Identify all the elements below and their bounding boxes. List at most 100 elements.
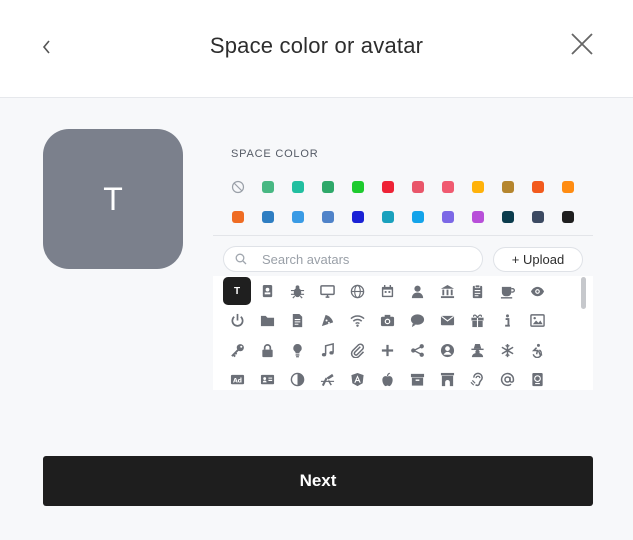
avatar-option[interactable]	[343, 336, 371, 364]
color-swatch[interactable]	[472, 211, 484, 223]
color-swatch[interactable]	[292, 211, 304, 223]
page-title: Space color or avatar	[209, 33, 424, 58]
music-icon	[321, 342, 334, 356]
avatar-option[interactable]	[493, 336, 521, 364]
avatar-option[interactable]	[523, 366, 551, 394]
color-swatch[interactable]	[322, 211, 334, 223]
paperclip-icon	[350, 342, 364, 358]
avatar-option[interactable]	[403, 366, 431, 394]
color-swatch[interactable]	[472, 181, 484, 193]
avatar-option[interactable]	[253, 277, 281, 305]
key-icon	[230, 343, 244, 357]
avatar-option[interactable]	[373, 366, 401, 394]
avatar-option[interactable]: Ad	[223, 366, 251, 394]
avatar-letter: T	[233, 285, 241, 297]
avatar-option[interactable]	[523, 277, 551, 305]
color-swatch[interactable]	[382, 181, 394, 193]
upload-button[interactable]: + Upload	[493, 247, 583, 272]
avatar-option[interactable]	[253, 336, 281, 364]
user-icon	[411, 285, 423, 298]
avatar-option[interactable]	[433, 277, 461, 305]
color-swatch[interactable]	[442, 211, 454, 223]
pizza-icon	[321, 314, 333, 327]
avatar-option[interactable]	[493, 277, 521, 305]
avatar-option[interactable]	[523, 336, 551, 364]
avatar-option[interactable]	[523, 307, 551, 335]
bug-icon	[290, 284, 304, 298]
avatar-option[interactable]	[433, 336, 461, 364]
search-avatars[interactable]	[223, 246, 483, 272]
color-swatch[interactable]	[352, 211, 364, 223]
avatar-option[interactable]	[313, 336, 341, 364]
avatar-option[interactable]	[343, 277, 371, 305]
color-swatch[interactable]	[262, 181, 274, 193]
avatar-letter-option[interactable]: T	[223, 277, 251, 305]
avatar-option[interactable]	[283, 366, 311, 394]
avatar-option[interactable]	[343, 366, 371, 394]
avatar-option[interactable]	[223, 307, 251, 335]
user-secret-icon	[470, 343, 484, 357]
no-color-swatch[interactable]	[231, 180, 245, 194]
mail-icon	[440, 315, 454, 326]
color-swatch[interactable]	[502, 211, 514, 223]
avatar-preview: T	[43, 129, 183, 269]
avatar-option[interactable]	[253, 307, 281, 335]
hearing-icon	[470, 372, 483, 387]
avatar-option[interactable]	[433, 366, 461, 394]
avatar-option[interactable]	[463, 277, 491, 305]
chat-icon	[410, 314, 424, 328]
avatar-option[interactable]	[343, 307, 371, 335]
contrast-icon	[290, 372, 304, 387]
avatar-option[interactable]	[313, 277, 341, 305]
archway-icon	[440, 372, 454, 387]
color-swatch[interactable]	[532, 181, 544, 193]
color-swatch[interactable]	[292, 181, 304, 193]
avatar-option[interactable]	[433, 307, 461, 335]
color-swatch[interactable]	[382, 211, 394, 223]
avatar-option[interactable]	[283, 336, 311, 364]
color-swatch[interactable]	[412, 211, 424, 223]
color-swatch[interactable]	[232, 211, 244, 223]
next-button[interactable]: Next	[43, 456, 593, 506]
avatar-option[interactable]	[493, 307, 521, 335]
plus-icon	[381, 344, 393, 356]
avatar-option[interactable]	[373, 336, 401, 364]
avatar-option[interactable]	[283, 277, 311, 305]
avatar-option[interactable]	[313, 307, 341, 335]
passport-icon	[531, 372, 543, 387]
scrollbar[interactable]	[581, 277, 586, 309]
avatar-option[interactable]	[403, 307, 431, 335]
avatar-option[interactable]	[313, 366, 341, 394]
angular-icon	[350, 372, 364, 387]
at-icon	[500, 372, 514, 387]
header: Space color or avatar	[0, 0, 633, 98]
avatar-option[interactable]	[493, 366, 521, 394]
share-icon	[410, 343, 424, 357]
avatar-option[interactable]	[463, 307, 491, 335]
color-swatch[interactable]	[442, 181, 454, 193]
avatar-option[interactable]	[223, 336, 251, 364]
folder-icon	[260, 315, 274, 327]
color-swatch[interactable]	[352, 181, 364, 193]
avatar-option[interactable]	[283, 307, 311, 335]
avatar-option[interactable]	[403, 336, 431, 364]
color-swatch[interactable]	[262, 211, 274, 223]
color-swatch[interactable]	[502, 181, 514, 193]
avatar-option[interactable]	[463, 336, 491, 364]
avatar-option[interactable]	[463, 366, 491, 394]
search-input[interactable]	[262, 251, 472, 267]
close-button[interactable]	[567, 29, 597, 59]
svg-text:Ad: Ad	[232, 377, 241, 384]
user-circle-icon	[440, 343, 454, 357]
color-swatch[interactable]	[412, 181, 424, 193]
avatar-option[interactable]	[373, 307, 401, 335]
ad-icon: Ad	[230, 374, 244, 384]
avatar-option[interactable]	[403, 277, 431, 305]
avatar-option[interactable]	[253, 366, 281, 394]
avatar-option[interactable]	[373, 277, 401, 305]
color-swatch[interactable]	[532, 211, 544, 223]
color-swatch[interactable]	[562, 181, 574, 193]
color-swatch[interactable]	[562, 211, 574, 223]
color-swatch[interactable]	[322, 181, 334, 193]
drafting-icon	[320, 373, 334, 387]
